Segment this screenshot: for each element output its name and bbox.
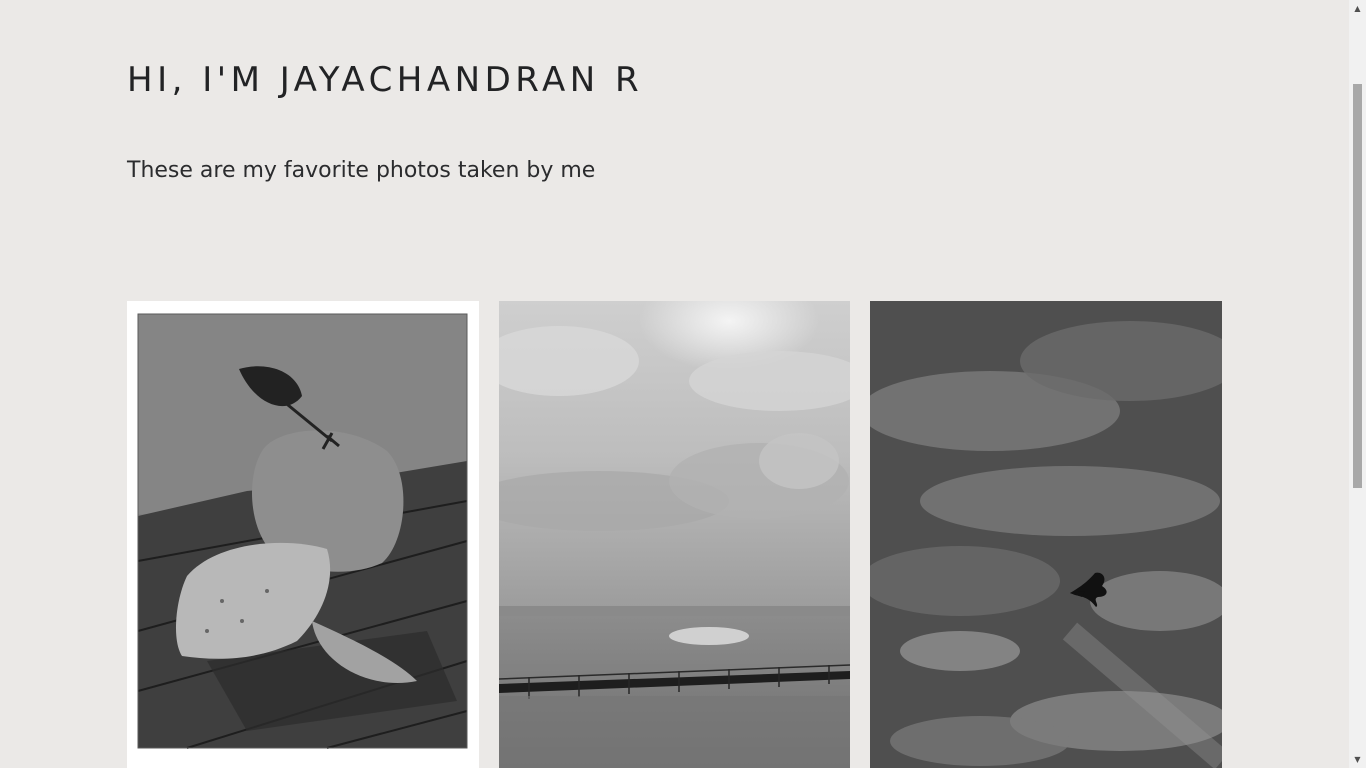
scroll-up-icon[interactable]: ▲: [1349, 0, 1366, 17]
photo-card-lake[interactable]: [499, 301, 850, 768]
portfolio-page: HI, I'M JAYACHANDRAN R These are my favo…: [0, 0, 1349, 768]
bird-photo: [870, 301, 1222, 768]
photo-gallery: [127, 301, 1222, 768]
photo-card-bird[interactable]: [870, 301, 1222, 768]
page-subtitle: These are my favorite photos taken by me: [127, 158, 596, 183]
page-title: HI, I'M JAYACHANDRAN R: [127, 60, 644, 100]
photo-card-still-life[interactable]: [127, 301, 479, 768]
still-life-photo: [127, 301, 479, 768]
lake-photo: [499, 301, 850, 768]
vertical-scrollbar[interactable]: ▲ ▼: [1349, 0, 1366, 768]
scrollbar-thumb[interactable]: [1353, 84, 1362, 488]
scroll-down-icon[interactable]: ▼: [1349, 751, 1366, 768]
